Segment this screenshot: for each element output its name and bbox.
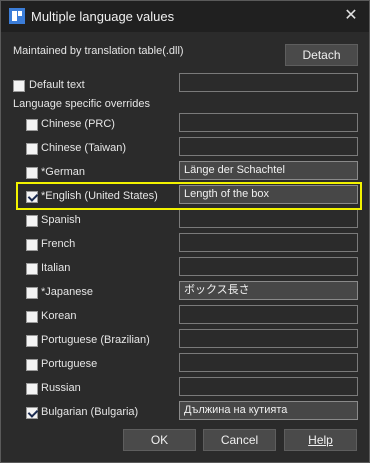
checkbox-korean[interactable] xyxy=(26,311,38,323)
checkbox-chinese-taiwan[interactable] xyxy=(26,143,38,155)
checkbox-bulgarian-bulgaria[interactable] xyxy=(26,407,38,419)
label-portuguese: Portuguese xyxy=(41,358,98,370)
value-field-chinese-prc[interactable] xyxy=(179,113,358,132)
value-field-bulgarian-bulgaria[interactable]: Дължина на кутията xyxy=(179,401,358,420)
label-spanish: Spanish xyxy=(41,214,81,226)
value-field-chinese-taiwan[interactable] xyxy=(179,137,358,156)
help-label: Help xyxy=(308,433,333,447)
title-bar: Multiple language values ✕ xyxy=(1,1,369,32)
app-logo-icon xyxy=(9,8,25,24)
label-chinese-taiwan: Chinese (Taiwan) xyxy=(41,142,126,154)
label-italian: Italian xyxy=(41,262,71,274)
checkbox-french[interactable] xyxy=(26,239,38,251)
label-german: *German xyxy=(41,166,86,178)
checkbox-russian[interactable] xyxy=(26,383,38,395)
maintained-label: Maintained by translation table(.dll) xyxy=(13,45,184,57)
checkbox-portuguese-brazilian[interactable] xyxy=(26,335,38,347)
detach-button[interactable]: Detach xyxy=(285,44,358,66)
label-portuguese-brazilian: Portuguese (Brazilian) xyxy=(41,334,150,346)
checkbox-italian[interactable] xyxy=(26,263,38,275)
highlight-box xyxy=(16,182,362,210)
label-russian: Russian xyxy=(41,382,81,394)
label-chinese-prc: Chinese (PRC) xyxy=(41,118,115,130)
checkbox-german[interactable] xyxy=(26,167,38,179)
value-field-portuguese-brazilian[interactable] xyxy=(179,329,358,348)
checkbox-portuguese[interactable] xyxy=(26,359,38,371)
default-text-field[interactable] xyxy=(179,73,358,92)
value-field-german[interactable]: Länge der Schachtel xyxy=(179,161,358,180)
ok-button[interactable]: OK xyxy=(123,429,196,451)
label-french: French xyxy=(41,238,76,250)
dialog-window: Multiple language values ✕ Maintained by… xyxy=(0,0,370,463)
value-field-russian[interactable] xyxy=(179,377,358,396)
value-field-korean[interactable] xyxy=(179,305,358,324)
help-button[interactable]: Help xyxy=(284,429,357,451)
value-field-spanish[interactable] xyxy=(179,209,358,228)
checkbox-spanish[interactable] xyxy=(26,215,38,227)
label-japanese: *Japanese xyxy=(41,286,93,298)
cancel-button[interactable]: Cancel xyxy=(203,429,276,451)
window-title: Multiple language values xyxy=(31,9,175,24)
checkbox-japanese[interactable] xyxy=(26,287,38,299)
overrides-heading: Language specific overrides xyxy=(13,98,150,110)
close-icon[interactable]: ✕ xyxy=(339,5,363,27)
default-text-label: Default text xyxy=(29,79,85,91)
label-bulgarian-bulgaria: Bulgarian (Bulgaria) xyxy=(41,406,139,418)
value-field-portuguese[interactable] xyxy=(179,353,358,372)
value-field-japanese[interactable]: ボックス長さ xyxy=(179,281,358,300)
value-field-italian[interactable] xyxy=(179,257,358,276)
checkbox-chinese-prc[interactable] xyxy=(26,119,38,131)
default-text-checkbox[interactable] xyxy=(13,80,25,92)
value-field-french[interactable] xyxy=(179,233,358,252)
label-korean: Korean xyxy=(41,310,77,322)
